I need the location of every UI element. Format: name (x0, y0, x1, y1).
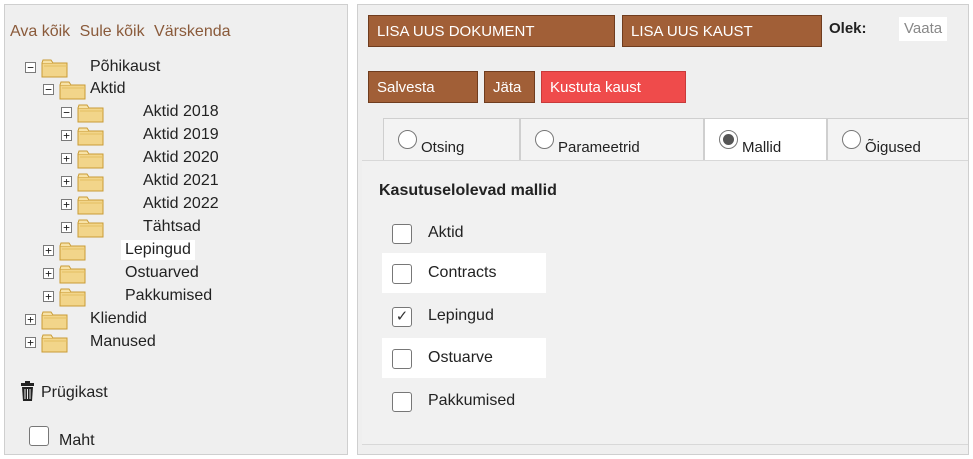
expand-icon[interactable]: + (43, 268, 54, 279)
refresh-link[interactable]: Värskenda (154, 23, 231, 40)
tree-node-label: Aktid (90, 80, 126, 97)
collapse-icon[interactable]: − (25, 62, 36, 73)
folder-icon (77, 196, 104, 215)
tab-oigused[interactable]: Õigused (827, 118, 968, 160)
tree-node-label: Põhikaust (90, 58, 161, 75)
folder-icon (77, 173, 104, 192)
expand-icon[interactable]: + (61, 130, 72, 141)
folder-icon (59, 242, 86, 261)
folder-icon (77, 127, 104, 146)
tab-label: Otsing (421, 139, 465, 156)
expand-icon[interactable]: + (61, 153, 72, 164)
template-label: Contracts (428, 264, 497, 281)
tree-node-label: Pakkumised (125, 287, 213, 304)
template-item-pakkumised[interactable]: Pakkumised (382, 381, 546, 421)
tree-node-label: Kliendid (90, 310, 147, 327)
tree-node-label-selected: Lepingud (121, 240, 195, 260)
expand-icon[interactable]: + (43, 291, 54, 302)
folder-icon (77, 104, 104, 123)
tree-node-label: Ostuarved (125, 264, 199, 281)
tab-label: Mallid (742, 139, 782, 156)
folder-icon (59, 288, 86, 307)
tab-label: Õigused (865, 139, 921, 156)
radio-icon[interactable] (535, 130, 554, 149)
section-title: Kasutuselolevad mallid (379, 182, 557, 199)
status-label: Olek: (829, 20, 867, 37)
save-button[interactable]: Salvesta (368, 71, 478, 103)
expand-icon[interactable]: + (61, 176, 72, 187)
tree-node-label: Aktid 2018 (143, 103, 219, 120)
expand-icon[interactable]: + (61, 222, 72, 233)
status-value: Vaata (899, 17, 948, 41)
folder-icon (41, 334, 68, 353)
add-folder-button[interactable]: LISA UUS KAUST (622, 15, 822, 47)
add-document-button[interactable]: LISA UUS DOKUMENT (368, 15, 615, 47)
expand-all-link[interactable]: Ava kõik (10, 23, 70, 40)
collapse-icon[interactable]: − (43, 84, 54, 95)
checkbox-checked[interactable]: ✓ (392, 307, 412, 327)
expand-icon[interactable]: + (43, 245, 54, 256)
tab-mallid[interactable]: Mallid (704, 118, 827, 160)
folder-icon (59, 81, 86, 100)
folder-icon (41, 311, 68, 330)
maht-checkbox[interactable] (29, 426, 49, 446)
checkbox[interactable] (392, 224, 412, 244)
template-label: Ostuarve (428, 349, 493, 366)
template-item-contracts[interactable]: Contracts (382, 253, 546, 293)
template-item-ostuarve[interactable]: Ostuarve (382, 338, 546, 378)
folder-icon (59, 265, 86, 284)
radio-selected-icon[interactable] (719, 130, 738, 149)
template-label: Lepingud (428, 307, 494, 324)
leave-button[interactable]: Jäta (484, 71, 535, 103)
tree-node-label: Aktid 2022 (143, 195, 219, 212)
checkbox[interactable] (392, 349, 412, 369)
template-item-aktid[interactable]: Aktid (382, 213, 546, 253)
folder-tree-panel: Ava kõik Sule kõik Värskenda − Põhikaust… (4, 4, 348, 455)
tab-label: Parameetrid (558, 139, 640, 156)
tree-node-label: Aktid 2019 (143, 126, 219, 143)
tab-parameetrid[interactable]: Parameetrid (520, 118, 704, 160)
expand-icon[interactable]: + (25, 314, 36, 325)
collapse-icon[interactable]: − (61, 107, 72, 118)
radio-icon[interactable] (842, 130, 861, 149)
expand-icon[interactable]: + (61, 199, 72, 210)
template-item-lepingud[interactable]: ✓ Lepingud (382, 296, 546, 336)
folder-icon (77, 219, 104, 238)
folder-icon (41, 59, 68, 78)
template-label: Pakkumised (428, 392, 516, 409)
expand-icon[interactable]: + (25, 337, 36, 348)
tree-node-label: Manused (90, 333, 156, 350)
tree-node-label: Tähtsad (143, 218, 201, 235)
template-label: Aktid (428, 224, 464, 241)
tree-node-label: Aktid 2021 (143, 172, 219, 189)
checkbox[interactable] (392, 392, 412, 412)
tab-otsing[interactable]: Otsing (383, 118, 520, 160)
maht-label: Maht (59, 432, 95, 449)
tree-node-label: Aktid 2020 (143, 149, 219, 166)
trash-icon[interactable] (21, 381, 34, 401)
folder-icon (77, 150, 104, 169)
collapse-all-link[interactable]: Sule kõik (80, 23, 145, 40)
folder-detail-panel: LISA UUS DOKUMENT LISA UUS KAUST Olek: V… (357, 4, 969, 455)
radio-icon[interactable] (398, 130, 417, 149)
tree-actions: Ava kõik Sule kõik Värskenda (10, 23, 236, 41)
templates-section: Kasutuselolevad mallid Aktid Contracts ✓… (362, 160, 968, 445)
checkbox[interactable] (392, 264, 412, 284)
trash-link[interactable]: Prügikast (41, 384, 108, 402)
delete-folder-button[interactable]: Kustuta kaust (541, 71, 686, 103)
